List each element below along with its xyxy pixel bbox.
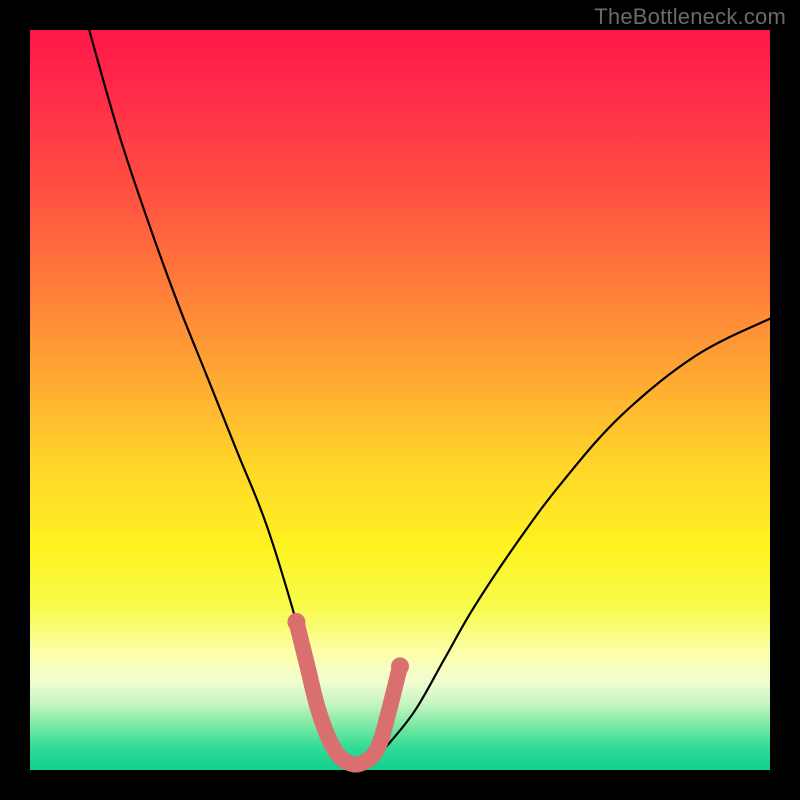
- bottleneck-curve: [89, 30, 770, 764]
- curve-svg: [30, 30, 770, 770]
- watermark-text: TheBottleneck.com: [594, 4, 786, 30]
- chart-frame: TheBottleneck.com: [0, 0, 800, 800]
- plot-area: [30, 30, 770, 770]
